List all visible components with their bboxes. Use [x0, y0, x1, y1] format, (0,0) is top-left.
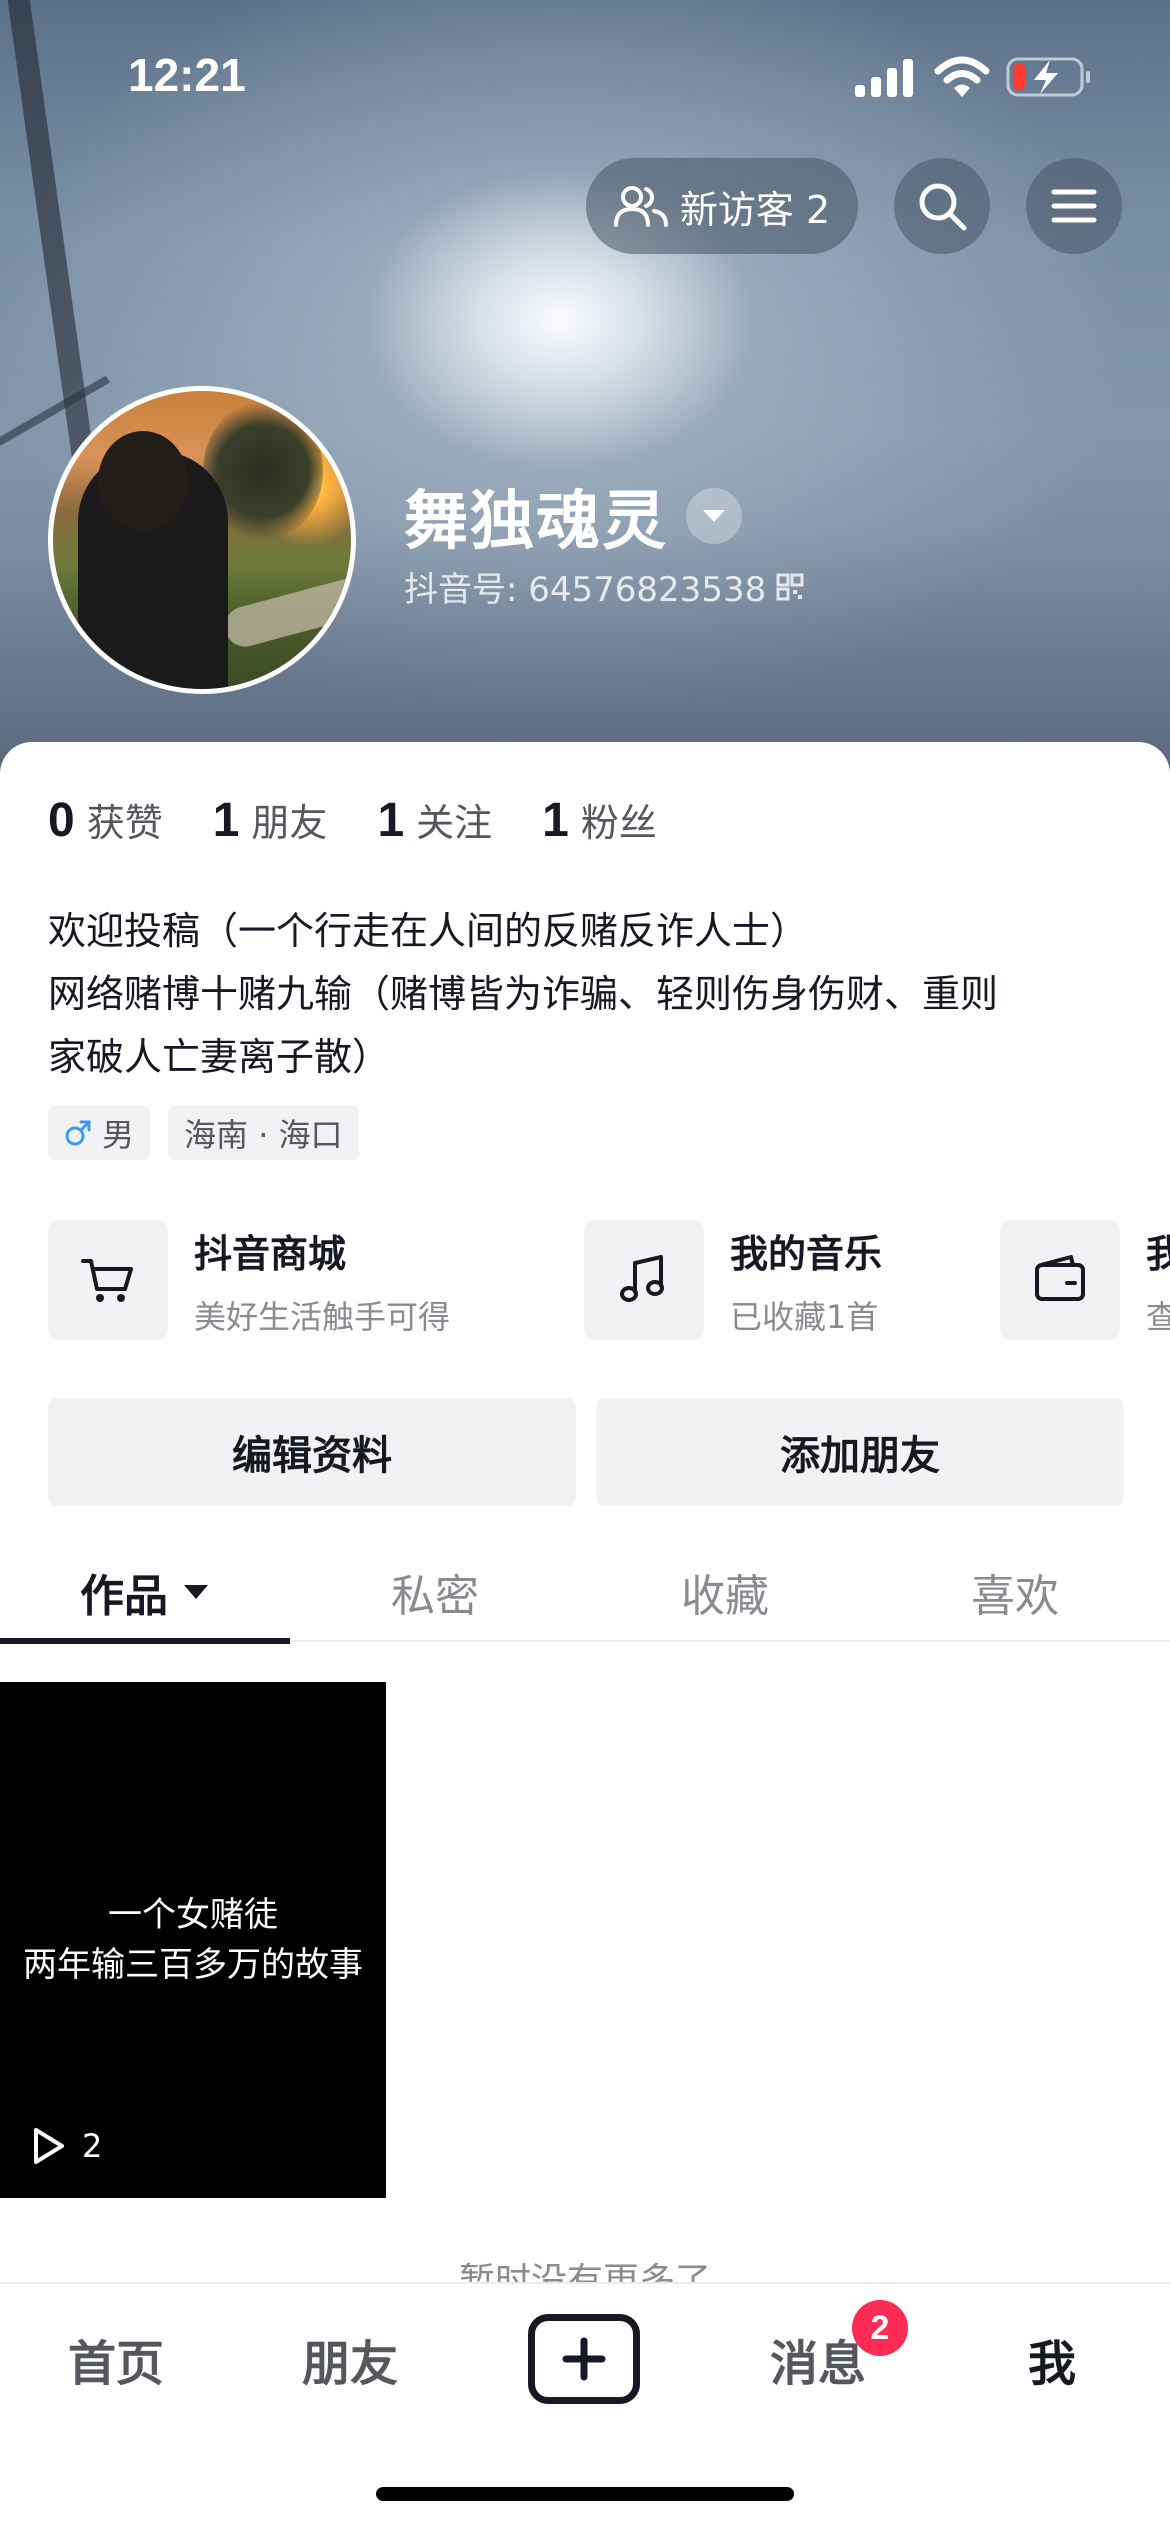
battery-charging-icon [1006, 57, 1090, 97]
tab-works[interactable]: 作品 [0, 1542, 290, 1642]
service-title: 我的音乐 [730, 1231, 883, 1276]
account-switch-button[interactable] [686, 488, 742, 544]
menu-button[interactable] [1026, 158, 1122, 254]
tab-label: 私密 [391, 1571, 479, 1622]
wallet-icon [1035, 1255, 1085, 1301]
active-tab-indicator [0, 1638, 290, 1644]
profile-tags: 男 海南 · 海口 [48, 1106, 359, 1160]
visitors-icon [613, 186, 668, 227]
avatar-person-head [98, 431, 188, 531]
service-title: 抖音商城 [194, 1231, 347, 1276]
bio-line: 网络赌博十赌九输（赌博皆为诈骗、轻则伤身伤财、重则 [48, 972, 999, 1016]
search-button[interactable] [894, 158, 990, 254]
stat-followers[interactable]: 1 粉丝 [542, 792, 657, 848]
douyin-id[interactable]: 抖音号: 64576823538 [404, 562, 804, 611]
avatar[interactable] [48, 386, 356, 694]
profile-content: 0 获赞 1 朋友 1 关注 1 粉丝 欢迎投稿（一个行走在人间的反赌反诈人士）… [0, 742, 1170, 2532]
service-text: 我的音乐 已收藏1首 [730, 1223, 882, 1338]
nav-home[interactable]: 首页 [36, 2324, 196, 2394]
service-icon-box [1000, 1220, 1120, 1340]
caret-down-icon [184, 1585, 208, 1599]
stat-followers-count: 1 [542, 794, 569, 847]
qr-code-icon[interactable] [776, 573, 804, 601]
stat-followers-label: 粉丝 [580, 801, 657, 845]
service-music[interactable]: 我的音乐 已收藏1首 [584, 1220, 882, 1340]
nav-friends[interactable]: 朋友 [270, 2324, 430, 2394]
wifi-icon [934, 56, 990, 97]
tab-favorites[interactable]: 收藏 [580, 1542, 870, 1642]
profile-actions: 编辑资料 添加朋友 [48, 1398, 1124, 1506]
stat-following-count: 1 [377, 794, 405, 847]
stat-likes[interactable]: 0 获赞 [48, 792, 163, 848]
service-mall[interactable]: 抖音商城 美好生活触手可得 [48, 1220, 450, 1340]
video-caption: 一个女赌徒 两年输三百多万的故事 [0, 1890, 386, 1990]
gender-label: 男 [102, 1116, 135, 1154]
tab-private[interactable]: 私密 [290, 1542, 580, 1642]
nav-me[interactable]: 我 [972, 2324, 1132, 2394]
stat-friends-count: 1 [212, 794, 240, 847]
new-visitors-button[interactable]: 新访客 2 [586, 158, 858, 254]
create-button[interactable] [528, 2314, 640, 2404]
cart-icon [81, 1259, 133, 1302]
stat-friends[interactable]: 1 朋友 [213, 792, 328, 848]
edit-profile-button[interactable]: 编辑资料 [48, 1398, 576, 1506]
stat-likes-label: 获赞 [86, 801, 163, 845]
home-indicator[interactable] [376, 2487, 794, 2501]
play-icon [34, 2128, 64, 2164]
messages-badge: 2 [852, 2300, 908, 2356]
service-text: 抖音商城 美好生活触手可得 [194, 1223, 450, 1338]
tab-label: 作品 [80, 1571, 168, 1622]
service-title: 我 [1146, 1231, 1170, 1276]
tab-label: 喜欢 [971, 1571, 1059, 1622]
service-text: 我 查 [1146, 1223, 1170, 1338]
video-caption-line: 两年输三百多万的故事 [23, 1945, 363, 1985]
status-bar: 12:21 [0, 0, 1170, 150]
video-caption-line: 一个女赌徒 [108, 1895, 278, 1935]
service-subtitle: 美好生活触手可得 [194, 1297, 451, 1336]
play-count-value: 2 [82, 2127, 103, 2165]
service-subtitle: 查 [1146, 1297, 1170, 1336]
douyin-id-text: 抖音号: 64576823538 [404, 570, 767, 610]
chevron-down-icon [703, 510, 725, 522]
profile-stats: 0 获赞 1 朋友 1 关注 1 粉丝 [48, 792, 657, 848]
service-icon-box [48, 1220, 168, 1340]
bio-line: 欢迎投稿（一个行走在人间的反赌反诈人士） [48, 909, 809, 953]
service-wallet[interactable]: 我 查 [1000, 1220, 1170, 1340]
new-visitors-label: 新访客 2 [679, 187, 831, 232]
location-tag: 海南 · 海口 [168, 1106, 359, 1160]
profile-bio[interactable]: 欢迎投稿（一个行走在人间的反赌反诈人士） 网络赌博十赌九输（赌博皆为诈骗、轻则伤… [48, 900, 1128, 1089]
content-tabs: 作品 私密 收藏 喜欢 [0, 1542, 1170, 1644]
tab-label: 收藏 [681, 1571, 769, 1622]
video-thumbnail[interactable]: 一个女赌徒 两年输三百多万的故事 2 [0, 1682, 386, 2198]
menu-icon [1051, 189, 1097, 223]
tab-likes[interactable]: 喜欢 [870, 1542, 1160, 1642]
stat-friends-label: 朋友 [251, 801, 328, 845]
status-time: 12:21 [128, 49, 246, 101]
search-icon [919, 183, 967, 231]
service-icon-box [584, 1220, 704, 1340]
services-row: 抖音商城 美好生活触手可得 我的音乐 已收藏1首 我 查 [48, 1220, 1170, 1340]
service-subtitle: 已收藏1首 [730, 1297, 879, 1336]
stat-likes-count: 0 [48, 794, 75, 847]
stat-following-label: 关注 [416, 801, 493, 845]
location-label: 海南 · 海口 [184, 1116, 343, 1154]
nickname: 舞独魂灵 [404, 485, 668, 559]
bio-line: 家破人亡妻离子散） [48, 1035, 391, 1079]
name-row: 舞独魂灵 [404, 470, 742, 562]
signal-icon [855, 59, 913, 97]
stat-following[interactable]: 1 关注 [377, 792, 492, 848]
plus-icon [562, 2337, 606, 2381]
music-note-icon [620, 1255, 664, 1302]
play-count: 2 [28, 2126, 102, 2166]
male-icon [65, 1120, 91, 1146]
add-friends-button[interactable]: 添加朋友 [596, 1398, 1124, 1506]
gender-tag: 男 [48, 1106, 151, 1160]
